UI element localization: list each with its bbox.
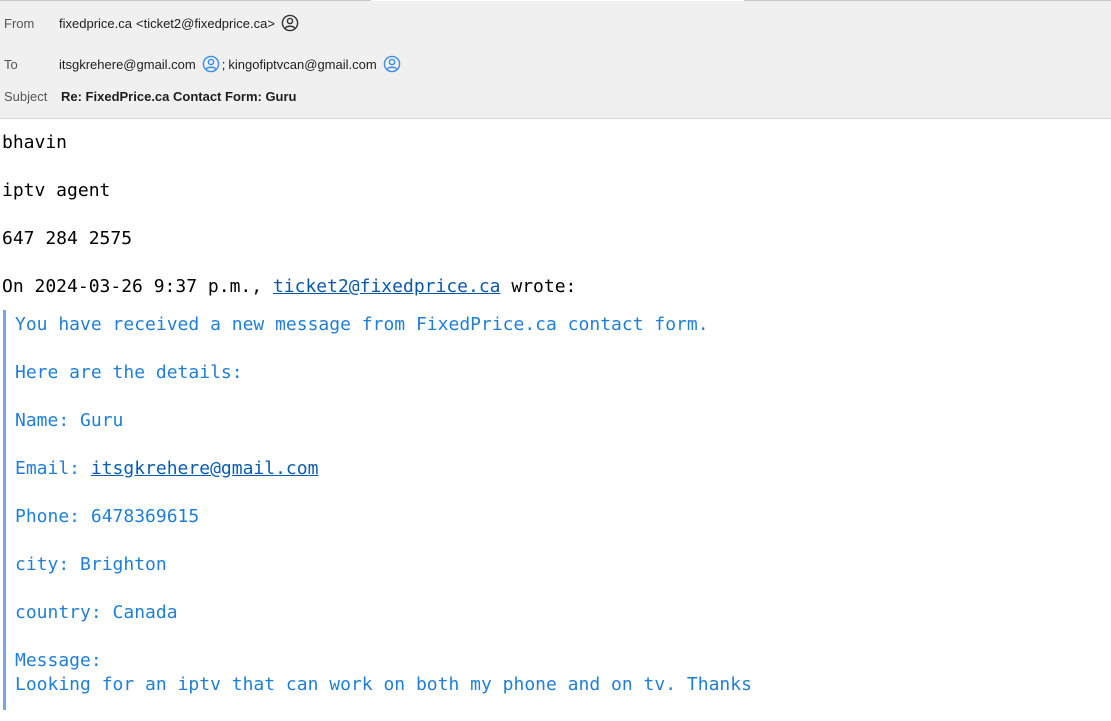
to-row: To itsgkrehere@gmail.com ; kingofiptvcan… <box>0 54 1111 74</box>
attribution-email-link[interactable]: ticket2@fixedprice.ca <box>273 276 501 297</box>
reply-line-phone: 647 284 2575 <box>2 228 133 249</box>
reply-line-name: bhavin <box>2 132 68 153</box>
reply-line-title: iptv agent <box>2 180 111 201</box>
quoted-message: You have received a new message from Fix… <box>0 310 1111 721</box>
account-circle-icon[interactable] <box>281 14 299 32</box>
quoted-country: country: Canada <box>15 602 178 623</box>
quote-bar <box>3 310 6 710</box>
contact-icon[interactable] <box>202 55 220 73</box>
message-body: bhavin iptv agent 647 284 2575 On 2024-0… <box>0 120 1111 721</box>
from-value[interactable]: fixedprice.ca <ticket2@fixedprice.ca> <box>59 14 299 32</box>
from-row: From fixedprice.ca <ticket2@fixedprice.c… <box>0 13 1111 33</box>
from-name[interactable]: fixedprice.ca <box>59 16 132 31</box>
quoted-details-heading: Here are the details: <box>15 362 243 383</box>
to-value: itsgkrehere@gmail.com ; kingofiptvcan@gm… <box>59 55 401 73</box>
quoted-message-text: Looking for an iptv that can work on bot… <box>15 674 752 695</box>
quoted-message-label: Message: <box>15 650 102 671</box>
quoted-email: Email: itsgkrehere@gmail.com <box>15 457 318 481</box>
to-label: To <box>4 56 18 72</box>
subject-row: Subject Re: FixedPrice.ca Contact Form: … <box>0 86 1111 106</box>
quoted-email-link[interactable]: itsgkrehere@gmail.com <box>91 458 319 479</box>
quoted-city: city: Brighton <box>15 554 167 575</box>
recipient-separator: ; <box>221 56 226 72</box>
attribution-suffix: wrote: <box>500 276 577 297</box>
recipient-2[interactable]: kingofiptvcan@gmail.com <box>228 57 376 72</box>
attribution-prefix: On 2024-03-26 9:37 p.m., <box>2 276 273 297</box>
subject-label: Subject <box>4 88 48 104</box>
quoted-email-label: Email: <box>15 458 91 479</box>
subject-value: Re: FixedPrice.ca Contact Form: Guru <box>61 88 297 104</box>
recipient-1[interactable]: itsgkrehere@gmail.com <box>59 57 196 72</box>
from-label: From <box>4 15 35 31</box>
quoted-name: Name: Guru <box>15 410 124 431</box>
contact-icon[interactable] <box>383 55 401 73</box>
quoted-phone: Phone: 6478369615 <box>15 506 200 527</box>
quoted-intro: You have received a new message from Fix… <box>15 314 709 335</box>
message-header: From fixedprice.ca <ticket2@fixedprice.c… <box>0 1 1111 119</box>
quote-attribution: On 2024-03-26 9:37 p.m., ticket2@fixedpr… <box>2 275 576 299</box>
from-address[interactable]: <ticket2@fixedprice.ca> <box>136 16 275 31</box>
